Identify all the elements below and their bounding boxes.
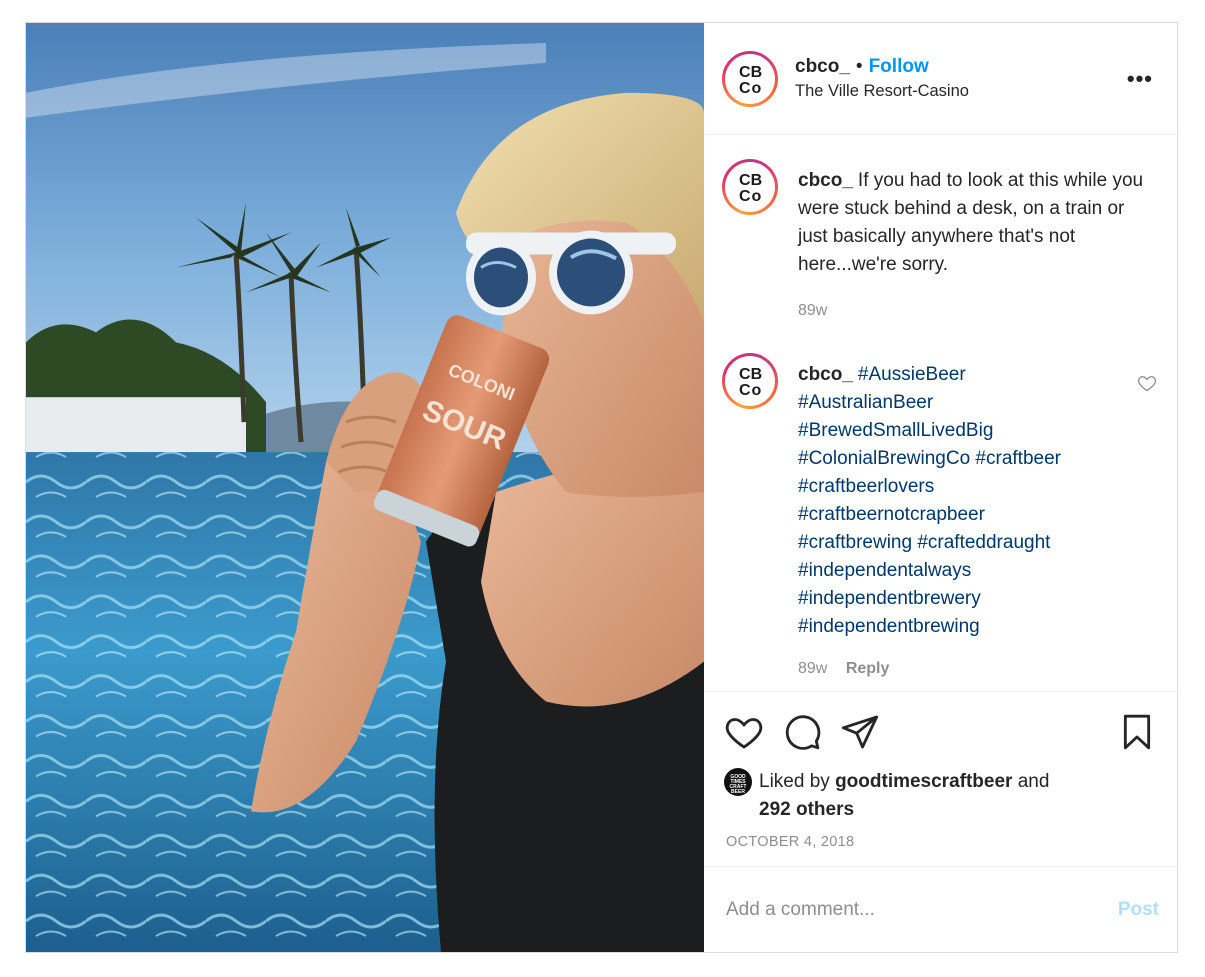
hashtag-link[interactable]: #ColonialBrewingCo #craftbeer — [798, 445, 1157, 473]
comment-avatar[interactable]: C B C o — [722, 353, 778, 409]
hashtag-link[interactable]: #independentalways — [798, 557, 1157, 585]
logo-letter: C — [739, 172, 751, 189]
hashtag-link[interactable]: #BrewedSmallLivedBig — [798, 417, 1157, 445]
comment-username[interactable]: cbco_ — [798, 364, 853, 385]
post-button[interactable]: Post — [1118, 899, 1159, 921]
bookmark-icon[interactable] — [1117, 712, 1157, 752]
logo-letter: B — [750, 366, 763, 383]
header-text: cbco_ • Follow The Ville Resort-Casino — [795, 56, 1123, 101]
logo-letter: o — [751, 188, 762, 205]
logo-letter: o — [751, 79, 762, 97]
hashtag-link[interactable]: #independentbrewery — [798, 585, 1157, 613]
avatar-ring-inner: C B C o — [725, 356, 775, 406]
comment-meta: 89w Reply — [798, 655, 1157, 683]
liker-avatar[interactable]: GOOD TIMES CRAFT BEER — [724, 768, 752, 796]
cbco-logo: C B C o — [728, 359, 772, 403]
likes-others[interactable]: 292 others — [759, 799, 854, 820]
hashtag-link[interactable]: #craftbeerlovers — [798, 473, 1157, 501]
hashtag-link[interactable]: #independentbrewing — [798, 613, 1157, 641]
likes-and: and — [1017, 771, 1050, 792]
comment-time[interactable]: 89w — [798, 660, 827, 677]
heart-icon[interactable] — [724, 712, 764, 752]
paper-plane-icon[interactable] — [840, 712, 880, 752]
hashtag-link[interactable]: #AussieBeer — [858, 364, 966, 385]
caption-body: cbco_ If you had to look at this while yo… — [798, 159, 1157, 325]
separator-dot: • — [855, 56, 863, 77]
logo-letter: C — [739, 63, 751, 81]
caption-avatar[interactable]: C B C o — [722, 159, 778, 215]
caption-username[interactable]: cbco_ — [798, 170, 853, 191]
post-location[interactable]: The Ville Resort-Casino — [795, 82, 1123, 101]
pool-selfie-image: COLONI SOUR — [26, 23, 704, 952]
hashtag-link[interactable]: #AustralianBeer — [798, 389, 1157, 417]
post-photo[interactable]: COLONI SOUR — [26, 23, 704, 952]
hashtag-link[interactable]: #craftbeernotcrapbeer — [798, 501, 1157, 529]
logo-letter: B — [750, 63, 763, 81]
liker-username[interactable]: goodtimescraftbeer — [835, 771, 1012, 792]
avatar-ring-inner: C B C o — [725, 162, 775, 212]
post-header: C B C o cbco_ • Follow The Ville Resort-… — [704, 23, 1177, 135]
cbco-logo: C B C o — [728, 165, 772, 209]
logo-letter: C — [739, 79, 751, 97]
comment-input[interactable] — [726, 898, 1118, 921]
post-card: COLONI SOUR C B C o cbco_ • Follow The V… — [25, 22, 1178, 953]
logo-letter: C — [739, 366, 751, 383]
post-details-panel: C B C o cbco_ • Follow The Ville Resort-… — [704, 23, 1177, 952]
reply-button[interactable]: Reply — [846, 660, 890, 677]
avatar-ring-inner: C B C o — [725, 53, 775, 104]
more-options-icon[interactable]: ••• — [1123, 62, 1157, 96]
likes-text: Liked by goodtimescraftbeer and 292 othe… — [759, 768, 1049, 824]
actions-section: GOOD TIMES CRAFT BEER Liked by goodtimes… — [704, 691, 1177, 866]
comment-item: C B C o cbco_ #AussieBeer #AustralianBeer… — [722, 353, 1157, 683]
small-heart-icon[interactable] — [1137, 373, 1157, 393]
author-username[interactable]: cbco_ — [795, 56, 850, 78]
logo-letter: C — [739, 382, 751, 399]
logo-letter: o — [751, 382, 762, 399]
caption-meta: 89w — [798, 297, 1157, 325]
caption: C B C o cbco_ If you had to look at this … — [722, 159, 1157, 325]
comments-section[interactable]: C B C o cbco_ If you had to look at this … — [704, 135, 1177, 691]
cbco-logo: C B C o — [728, 56, 772, 101]
header-title-row: cbco_ • Follow — [795, 56, 1123, 78]
post-date[interactable]: OCTOBER 4, 2018 — [726, 834, 1157, 850]
comment-body: cbco_ #AussieBeer #AustralianBeer #Brewed… — [798, 353, 1157, 683]
follow-button[interactable]: Follow — [869, 56, 929, 78]
likes-summary: GOOD TIMES CRAFT BEER Liked by goodtimes… — [724, 768, 1157, 824]
logo-letter: B — [750, 172, 763, 189]
hashtag-link[interactable]: #craftbrewing #crafteddraught — [798, 529, 1157, 557]
add-comment-bar: Post — [704, 866, 1177, 952]
caption-time[interactable]: 89w — [798, 302, 827, 319]
author-avatar[interactable]: C B C o — [722, 50, 778, 107]
logo-letter: C — [739, 188, 751, 205]
comment-bubble-icon[interactable] — [782, 712, 822, 752]
likes-prefix: Liked by — [759, 771, 830, 792]
action-bar — [724, 710, 1157, 754]
